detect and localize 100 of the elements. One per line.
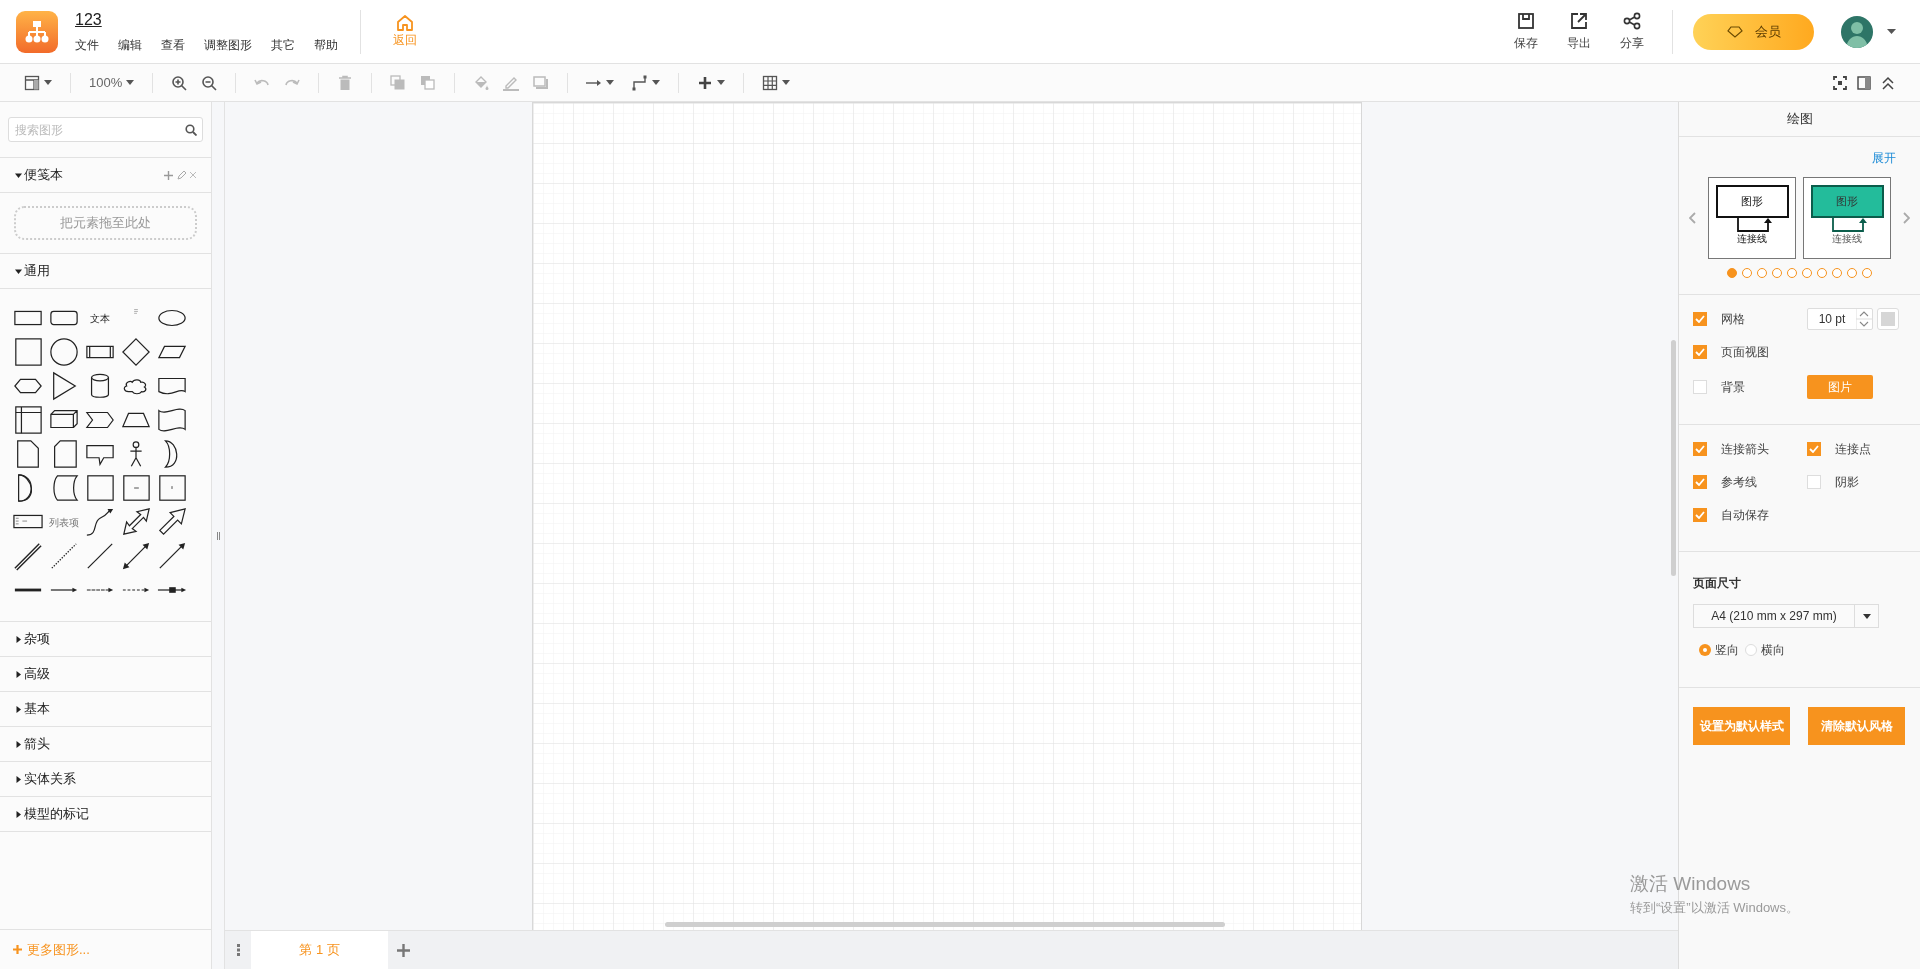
stepper-icon [1856, 309, 1872, 329]
checkbox[interactable] [1807, 475, 1821, 489]
waypoint-connector-icon [632, 74, 649, 91]
radio-button[interactable] [1745, 644, 1757, 656]
section-header[interactable]: 实体关系 [0, 762, 211, 797]
menu-item[interactable]: 调整图形 [204, 35, 252, 54]
document-title[interactable]: 123 [75, 9, 102, 30]
bring-to-front-icon [390, 74, 407, 91]
triangle-right-icon [15, 670, 22, 678]
section-header[interactable]: 基本 [0, 692, 211, 727]
square-icon[interactable] [13, 337, 43, 367]
connector-label: 连接线 [1832, 233, 1862, 245]
home-icon [396, 14, 414, 31]
curved-arrow-icon[interactable] [85, 507, 115, 537]
square-icon[interactable] [157, 473, 187, 503]
export-icon [1570, 11, 1588, 30]
double-arrow-icon[interactable] [121, 507, 151, 537]
delete-icon [337, 74, 354, 91]
menu-item[interactable]: 编辑 [118, 35, 142, 54]
triangle-right-icon [15, 635, 22, 643]
diamond-icon[interactable] [121, 337, 151, 367]
checkbox[interactable] [1693, 442, 1707, 456]
caret-down-icon [126, 80, 135, 85]
text-shape[interactable]: 列表项 [49, 514, 79, 530]
menu-item[interactable]: 帮助 [314, 35, 338, 54]
triangle-down-icon [15, 267, 22, 275]
fill-color-icon [473, 74, 490, 91]
style-card[interactable]: 图形 连接线 [1803, 177, 1891, 259]
checkbox[interactable] [1693, 380, 1707, 394]
arrow-line-icon[interactable] [157, 541, 187, 571]
send-to-back-icon [420, 74, 437, 91]
menu-item[interactable]: 查看 [161, 35, 185, 54]
section-header[interactable]: 通用 [0, 254, 211, 289]
section-title: 页面尺寸 [1693, 575, 1742, 592]
member-button[interactable]: 会员 [1693, 13, 1814, 50]
caret-down-icon [44, 80, 52, 85]
caret-down-icon [652, 80, 661, 85]
radio-button[interactable] [1699, 644, 1711, 656]
checkbox[interactable] [1693, 508, 1707, 522]
grid-size-field[interactable]: 10 pt [1807, 308, 1873, 330]
section-title: 模型的标记 [24, 805, 89, 824]
checkbox[interactable] [1693, 312, 1707, 326]
user-avatar[interactable] [1841, 15, 1873, 48]
checkmark-icon [1695, 478, 1705, 486]
plus-icon [396, 943, 410, 957]
action-button[interactable]: 分享 [1620, 11, 1644, 52]
splitter-handle-icon[interactable] [216, 531, 220, 540]
checkbox-label: 连接箭头 [1721, 441, 1769, 458]
horizontal-scrollbar[interactable] [665, 922, 1225, 927]
checkbox-label: 连接点 [1835, 441, 1871, 458]
checkbox[interactable] [1693, 475, 1707, 489]
line-icon[interactable] [85, 541, 115, 571]
style-card[interactable]: 图形 连接线 [1708, 177, 1796, 259]
menu-item[interactable]: 文件 [75, 35, 99, 54]
section-header[interactable]: 便笺本 [0, 158, 211, 193]
vertical-scrollbar[interactable] [1671, 340, 1676, 576]
bidirectional-arrow-icon[interactable] [121, 541, 151, 571]
format-panel-icon [1856, 74, 1872, 91]
caret-down-icon [606, 80, 615, 85]
diamond-icon [1726, 25, 1743, 38]
internal-storage-icon[interactable] [13, 405, 43, 435]
double-line-icon[interactable] [13, 541, 43, 571]
dotted-line-icon[interactable] [49, 541, 79, 571]
section-header[interactable]: 杂项 [0, 622, 211, 657]
section-header[interactable]: 高级 [0, 657, 211, 692]
layout-icon [24, 74, 40, 91]
circle-icon[interactable] [49, 337, 79, 367]
expand-link[interactable]: 展开 [1872, 149, 1896, 167]
action-button[interactable]: 保存 [1514, 11, 1538, 52]
search-field[interactable]: 搜索图形 [8, 117, 203, 142]
radio-label: 横向 [1761, 642, 1785, 659]
triangle-down-icon [15, 171, 22, 179]
triangle-right-icon [15, 810, 22, 818]
checkbox[interactable] [1807, 442, 1821, 456]
section-title: 高级 [24, 665, 50, 684]
checkbox-label: 背景 [1721, 379, 1745, 396]
checkbox[interactable] [1693, 345, 1707, 359]
thick-arrow-icon[interactable] [157, 507, 187, 537]
more-vertical-icon [236, 944, 240, 956]
section-header[interactable]: 箭头 [0, 727, 211, 762]
grid-color-swatch[interactable] [1877, 308, 1899, 330]
fullscreen-icon [1832, 74, 1848, 91]
action-button[interactable]: 导出 [1567, 11, 1591, 52]
shape-preview: 图形 [1715, 185, 1789, 218]
save-icon [1517, 11, 1535, 30]
caret-down-icon[interactable] [1887, 29, 1896, 34]
search-icon[interactable] [185, 124, 197, 136]
square-icon[interactable] [121, 473, 151, 503]
section-header[interactable]: 模型的标记 [0, 797, 211, 832]
triangle-right-icon [15, 740, 22, 748]
plus-icon[interactable] [164, 170, 173, 180]
panel-title: 绘图 [1679, 102, 1920, 137]
checkmark-icon [1809, 445, 1819, 453]
text-shape[interactable]: 文本 [90, 310, 110, 326]
zoom-out-icon [201, 74, 218, 91]
page-size-select[interactable]: A4 (210 mm x 297 mm) [1693, 604, 1879, 628]
square-icon[interactable] [85, 473, 115, 503]
menu-item[interactable]: 其它 [271, 35, 295, 54]
zoom-level-button[interactable]: 100% [85, 69, 139, 96]
tape-icon[interactable] [157, 405, 187, 435]
